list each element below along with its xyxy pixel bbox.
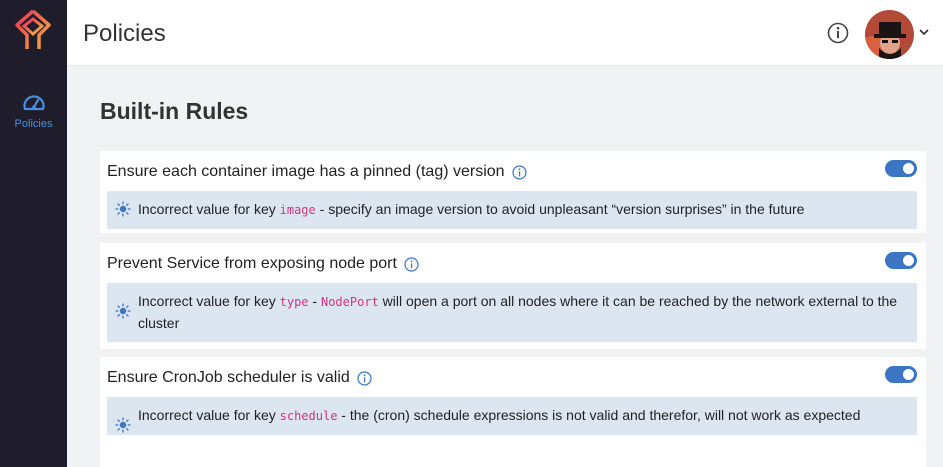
message-text: Incorrect value for key: [138, 293, 280, 309]
avatar[interactable]: [865, 10, 914, 59]
code-key: schedule: [279, 409, 338, 423]
code-key: image: [279, 203, 316, 217]
message-text: Incorrect value for key: [138, 201, 280, 217]
rule-header: Ensure each container image has a pinned…: [107, 163, 527, 181]
lightbulb-icon: [115, 303, 131, 319]
dashboard-icon: [22, 95, 45, 111]
section-title: Built-in Rules: [100, 98, 249, 124]
app-logo[interactable]: [13, 9, 53, 51]
info-icon[interactable]: [511, 164, 527, 180]
sidebar-item-label: Policies: [14, 118, 53, 130]
toggle-knob: [901, 253, 916, 268]
rule-title: Ensure CronJob scheduler is valid: [107, 369, 350, 386]
info-icon[interactable]: [357, 370, 372, 386]
toggle-knob: [901, 367, 916, 382]
message-text: -: [308, 293, 321, 309]
page-title: Policies: [83, 20, 166, 47]
sidebar-item-policies[interactable]: Policies: [0, 92, 67, 142]
rule-card: Ensure CronJob scheduler is valid Incorr…: [100, 357, 926, 467]
rule-title: Ensure each container image has a pinned…: [107, 163, 505, 180]
rule-header: Ensure CronJob scheduler is valid: [107, 369, 372, 387]
info-icon[interactable]: [827, 22, 849, 44]
rule-enabled-toggle[interactable]: [885, 252, 917, 269]
info-icon[interactable]: [404, 256, 419, 272]
rule-card: Ensure each container image has a pinned…: [100, 151, 926, 233]
sidebar: Policies: [0, 0, 67, 467]
rule-title: Prevent Service from exposing node port: [107, 255, 397, 272]
lightbulb-icon: [115, 201, 131, 217]
toggle-knob: [901, 161, 916, 176]
rule-header: Prevent Service from exposing node port: [107, 255, 419, 273]
avatar-image: [865, 10, 914, 59]
main-content: Built-in Rules Ensure each container ima…: [67, 67, 943, 467]
rule-enabled-toggle[interactable]: [885, 160, 917, 177]
message-text: - the (cron) schedule expressions is not…: [337, 407, 861, 423]
code-value: NodePort: [320, 295, 379, 309]
rule-message: Incorrect value for key schedule - the (…: [107, 397, 917, 435]
top-header: Policies: [67, 0, 943, 66]
rule-card: Prevent Service from exposing node port …: [100, 243, 926, 349]
lightbulb-icon: [115, 417, 131, 433]
rule-enabled-toggle[interactable]: [885, 366, 917, 383]
chevron-down-icon[interactable]: [918, 27, 930, 37]
message-text: Incorrect value for key: [138, 407, 280, 423]
code-key: type: [279, 295, 309, 309]
rule-message: Incorrect value for key type - NodePort …: [107, 283, 917, 342]
rule-message: Incorrect value for key image - specify …: [107, 191, 917, 229]
message-text: - specify an image version to avoid unpl…: [315, 201, 805, 217]
